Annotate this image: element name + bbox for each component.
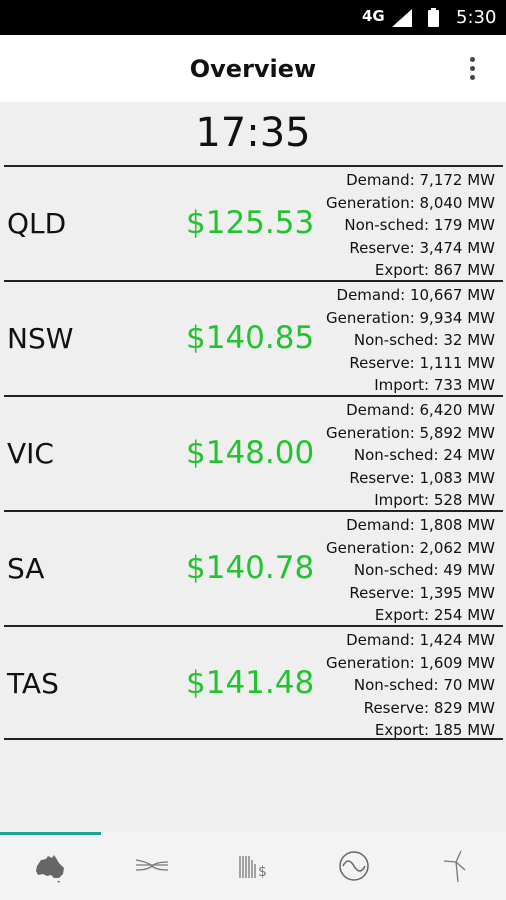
australia-map-icon	[35, 854, 64, 883]
page-title: Overview	[189, 55, 317, 83]
stat-flow: Export: 867 MW	[374, 261, 495, 280]
app-bar: Overview	[0, 35, 506, 102]
status-time: 5:30	[456, 7, 497, 28]
region-stats: Demand: 10,667 MW Generation: 9,934 MW N…	[326, 284, 495, 397]
stat-non-sched: Non-sched: 24 MW	[353, 446, 495, 465]
svg-text:$: $	[258, 864, 267, 880]
wind-turbine-icon	[443, 850, 465, 883]
stat-demand: Demand: 7,172 MW	[346, 171, 495, 189]
tab-overview[interactable]	[0, 832, 101, 900]
stat-non-sched: Non-sched: 70 MW	[353, 676, 495, 695]
stat-non-sched: Non-sched: 179 MW	[344, 216, 495, 235]
stat-reserve: Reserve: 3,474 MW	[349, 238, 495, 257]
stat-flow: Export: 254 MW	[374, 606, 495, 625]
stat-generation: Generation: 9,934 MW	[326, 308, 495, 327]
tab-interconnectors[interactable]	[101, 832, 202, 900]
region-name: QLD	[7, 207, 67, 240]
region-name: VIC	[7, 437, 54, 470]
region-stats: Demand: 6,420 MW Generation: 5,892 MW No…	[326, 399, 495, 512]
region-row-sa[interactable]: SA $140.78 Demand: 1,808 MW Generation: …	[4, 510, 503, 625]
frequency-wave-icon	[338, 851, 369, 881]
region-row-nsw[interactable]: NSW $140.85 Demand: 10,667 MW Generation…	[4, 280, 503, 395]
stat-demand: Demand: 1,808 MW	[346, 516, 495, 534]
stat-generation: Generation: 5,892 MW	[326, 423, 495, 442]
region-price: $140.85	[186, 320, 315, 356]
stat-generation: Generation: 2,062 MW	[326, 538, 495, 557]
battery-icon	[428, 8, 439, 27]
price-bars-icon: $	[238, 856, 267, 880]
tab-frequency[interactable]	[303, 832, 404, 900]
stat-demand: Demand: 6,420 MW	[346, 401, 495, 419]
stat-reserve: Reserve: 829 MW	[363, 698, 495, 717]
tab-renewables[interactable]	[404, 832, 505, 900]
interconnector-icon	[135, 859, 168, 871]
stat-non-sched: Non-sched: 32 MW	[353, 331, 495, 350]
region-stats: Demand: 7,172 MW Generation: 8,040 MW No…	[326, 169, 495, 282]
stat-generation: Generation: 8,040 MW	[326, 193, 495, 212]
stat-flow: Import: 733 MW	[374, 376, 495, 395]
region-name: TAS	[7, 667, 59, 700]
overflow-menu-icon[interactable]	[464, 55, 480, 83]
region-row-vic[interactable]: VIC $148.00 Demand: 6,420 MW Generation:…	[4, 395, 503, 510]
signal-icon	[392, 9, 412, 27]
stat-flow: Export: 185 MW	[374, 721, 495, 740]
overview-content: 17:35 QLD $125.53 Demand: 7,172 MW Gener…	[0, 102, 506, 832]
stat-generation: Generation: 1,609 MW	[326, 653, 495, 672]
stat-demand: Demand: 10,667 MW	[336, 286, 495, 304]
region-stats: Demand: 1,424 MW Generation: 1,609 MW No…	[326, 629, 495, 742]
region-price: $141.48	[186, 665, 315, 701]
stat-non-sched: Non-sched: 49 MW	[353, 561, 495, 580]
region-name: SA	[7, 552, 45, 585]
market-interval-time: 17:35	[195, 110, 311, 156]
region-row-qld[interactable]: QLD $125.53 Demand: 7,172 MW Generation:…	[4, 165, 503, 280]
region-price: $125.53	[186, 205, 315, 241]
tab-prices[interactable]: $	[202, 832, 303, 900]
region-name: NSW	[7, 322, 74, 355]
stat-flow: Import: 528 MW	[374, 491, 495, 510]
stat-reserve: Reserve: 1,395 MW	[349, 583, 495, 602]
status-bar: 4G 5:30	[0, 0, 506, 35]
stat-demand: Demand: 1,424 MW	[346, 631, 495, 649]
stat-reserve: Reserve: 1,111 MW	[349, 353, 495, 372]
bottom-tab-bar: $	[0, 832, 506, 900]
stat-reserve: Reserve: 1,083 MW	[349, 468, 495, 487]
region-price: $140.78	[186, 550, 315, 586]
region-stats: Demand: 1,808 MW Generation: 2,062 MW No…	[326, 514, 495, 627]
network-type: 4G	[362, 7, 385, 25]
region-price: $148.00	[186, 435, 315, 471]
region-row-tas[interactable]: TAS $141.48 Demand: 1,424 MW Generation:…	[4, 625, 503, 740]
